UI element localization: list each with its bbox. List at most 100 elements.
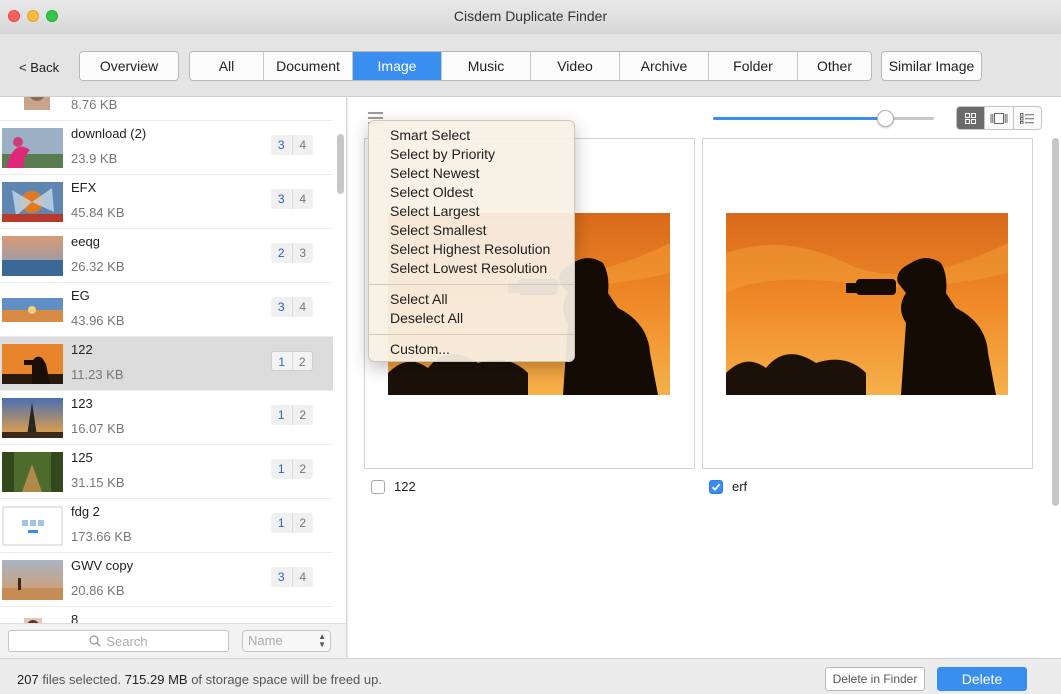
file-name: 125 [71,450,93,465]
menu-item-select-newest[interactable]: Select Newest [369,164,574,183]
menu-item-select-oldest[interactable]: Select Oldest [369,183,574,202]
zoom-window-button[interactable] [46,10,58,22]
thumbnail [2,290,63,330]
delete-button[interactable]: Delete [937,667,1027,691]
checkmark-icon [711,483,721,491]
list-item[interactable]: download (2) 23.9 KB 34 [0,121,333,175]
list-item[interactable]: 123 16.07 KB 12 [0,391,333,445]
thumbnail [2,97,63,114]
grid-view-button[interactable] [957,107,986,129]
menu-item-custom[interactable]: Custom... [369,340,574,359]
list-view-button[interactable] [1014,107,1041,129]
smart-select-menu: Smart Select Select by Priority Select N… [368,120,575,362]
minimize-window-button[interactable] [27,10,39,22]
search-placeholder: Search [106,633,148,649]
slider-knob[interactable] [877,110,895,127]
tab-other[interactable]: Other [798,52,871,80]
list-item[interactable]: 8.76 KB [0,97,333,121]
file-size: 173.66 KB [71,529,132,544]
thumbnail [2,344,63,384]
image-card[interactable] [702,138,1033,469]
title-bar: Cisdem Duplicate Finder [0,0,1061,34]
file-size: 16.07 KB [71,421,125,436]
menu-item-select-highest-resolution[interactable]: Select Highest Resolution [369,240,574,259]
tab-all[interactable]: All [190,52,264,80]
selected-count: 207 [17,672,39,687]
tab-video[interactable]: Video [531,52,620,80]
list-item[interactable]: EFX 45.84 KB 34 [0,175,333,229]
list-item[interactable]: 125 31.15 KB 12 [0,445,333,499]
file-name: download (2) [71,126,147,141]
search-icon [89,635,102,647]
duplicate-count-badge: 34 [271,189,313,209]
close-window-button[interactable] [8,10,20,22]
tab-image[interactable]: Image [353,52,442,80]
image-preview [726,213,1008,395]
file-name: 122 [71,342,93,357]
duplicate-count-badge: 12 [271,459,313,479]
menu-item-select-largest[interactable]: Select Largest [369,202,574,221]
view-mode-toggle [956,106,1042,130]
menu-item-smart-select[interactable]: Smart Select [369,126,574,145]
thumbnail [2,398,63,438]
filmstrip-view-button[interactable] [985,107,1014,129]
sort-select[interactable]: Name ▲ ▼ [242,630,331,652]
list-item[interactable]: 122 11.23 KB 12 [0,337,333,391]
sidebar-scrollbar[interactable] [337,134,344,194]
selection-summary: 207 files selected. 715.29 MB of storage… [17,672,382,687]
grid-icon [965,112,977,124]
image-name: erf [732,479,748,494]
image-name: 122 [394,479,416,494]
menu-item-select-lowest-resolution[interactable]: Select Lowest Resolution [369,259,574,278]
checkbox[interactable] [709,479,723,494]
file-size: 45.84 KB [71,205,125,220]
file-size: 31.15 KB [71,475,125,490]
duplicate-count-badge: 12 [271,405,313,425]
image-select-checkbox[interactable]: 122 [371,479,416,494]
menu-item-deselect-all[interactable]: Deselect All [369,309,574,328]
back-button[interactable]: < Back [19,60,59,75]
thumbnail [2,506,63,546]
delete-in-finder-button[interactable]: Delete in Finder [825,667,925,691]
thumbnail-size-slider[interactable] [713,110,934,127]
tab-archive[interactable]: Archive [620,52,709,80]
checkbox[interactable] [371,479,385,494]
duplicate-count-badge: 12 [271,351,313,371]
image-select-checkbox[interactable]: erf [709,479,747,494]
overview-button[interactable]: Overview [79,51,179,81]
file-size: 43.96 KB [71,313,125,328]
duplicate-count-badge: 12 [271,513,313,533]
duplicate-count-badge: 34 [271,567,313,587]
file-name: EFX [71,180,97,195]
menu-item-select-by-priority[interactable]: Select by Priority [369,145,574,164]
menu-separator [369,334,574,335]
file-name: fdg 2 [71,504,100,519]
status-bar: 207 files selected. 715.29 MB of storage… [0,658,1061,694]
duplicate-group-list[interactable]: 8.76 KB download (2) 23.9 KB 34 EFX 45.8… [0,97,347,658]
thumbnail [2,236,63,276]
file-name: 123 [71,396,93,411]
storage-amount: 715.29 MB [124,672,188,687]
preview-scrollbar[interactable] [1052,138,1059,506]
thumbnail [2,560,63,600]
list-item[interactable]: eeqg 26.32 KB 23 [0,229,333,283]
list-item[interactable]: GWV copy 20.86 KB 34 [0,553,333,607]
file-size: 11.23 KB [71,367,124,382]
tab-music[interactable]: Music [442,52,531,80]
menu-item-select-smallest[interactable]: Select Smallest [369,221,574,240]
list-item[interactable]: fdg 2 173.66 KB 12 [0,499,333,553]
filmstrip-icon [990,112,1008,124]
search-input[interactable]: Search [8,630,229,652]
thumbnail [2,452,63,492]
window-title: Cisdem Duplicate Finder [453,8,608,24]
menu-item-select-all[interactable]: Select All [369,290,574,309]
thumbnail [2,128,63,168]
list-item[interactable]: EG 43.96 KB 34 [0,283,333,337]
similar-image-button[interactable]: Similar Image [881,51,982,81]
file-size: 23.9 KB [71,151,118,166]
tab-document[interactable]: Document [264,52,353,80]
tab-folder[interactable]: Folder [709,52,798,80]
thumbnail [2,182,63,222]
toolbar: < Back Overview All Document Image Music… [0,34,1061,97]
file-size: 26.32 KB [71,259,125,274]
